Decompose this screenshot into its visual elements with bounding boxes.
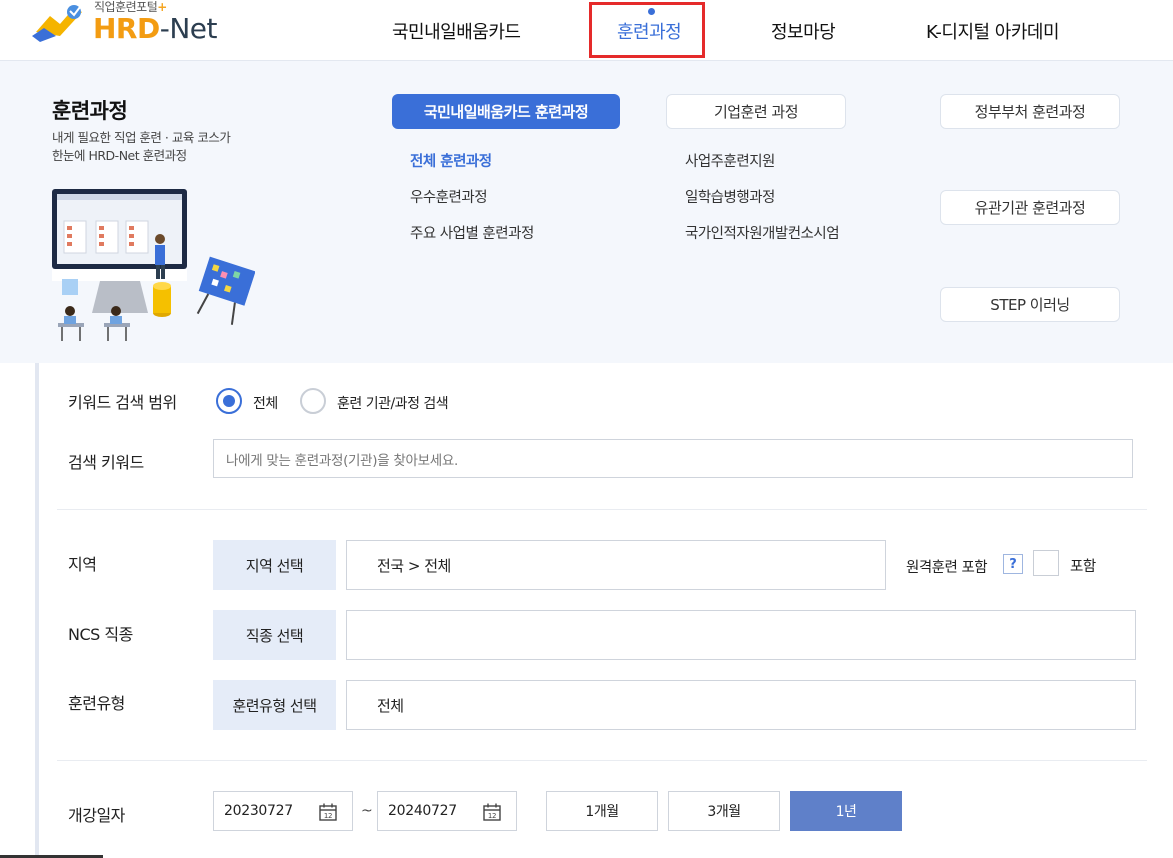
classroom-illustration bbox=[52, 189, 255, 341]
national-card-courses-button[interactable]: 국민내일배움카드 훈련과정 bbox=[392, 94, 620, 129]
training-type-label: 훈련유형 bbox=[68, 694, 125, 713]
nav-item-info-plaza[interactable]: 정보마당 bbox=[771, 18, 836, 44]
region-select-button[interactable]: 지역 선택 bbox=[213, 540, 336, 590]
scope-all-label[interactable]: 전체 bbox=[253, 393, 278, 413]
section-divider bbox=[57, 509, 1147, 510]
start-date-label: 개강일자 bbox=[68, 806, 125, 825]
site-header: 직업훈련포털+ HRD-Net 국민내일배움카드 훈련과정 정보마당 K-디지털… bbox=[0, 0, 1173, 60]
date-range-separator: ~ bbox=[361, 803, 373, 819]
related-agency-courses-button[interactable]: 유관기관 훈련과정 bbox=[940, 190, 1120, 225]
remote-include-checkbox[interactable] bbox=[1033, 550, 1059, 576]
svg-text:12: 12 bbox=[488, 812, 496, 820]
help-icon[interactable]: ? bbox=[1003, 554, 1023, 574]
keyword-search-input[interactable]: 나에게 맞는 훈련과정(기관)을 찾아보세요. bbox=[213, 439, 1133, 478]
ncs-label: NCS 직종 bbox=[68, 625, 133, 644]
period-1-year-button[interactable]: 1년 bbox=[790, 791, 902, 831]
calendar-icon[interactable]: 12 bbox=[482, 802, 502, 822]
nav-item-national-learning-card[interactable]: 국민내일배움카드 bbox=[392, 18, 521, 44]
all-courses-link[interactable]: 전체 훈련과정 bbox=[410, 150, 492, 171]
major-project-courses-link[interactable]: 주요 사업별 훈련과정 bbox=[410, 222, 534, 243]
mega-menu-panel: 훈련과정 내게 필요한 직업 훈련 · 교육 코스가 한눈에 HRD-Net 훈… bbox=[0, 60, 1173, 363]
training-type-select-button[interactable]: 훈련유형 선택 bbox=[213, 680, 336, 730]
global-nav: 국민내일배움카드 훈련과정 정보마당 K-디지털 아카데미 bbox=[0, 0, 1173, 60]
keyword-scope-label: 키워드 검색 범위 bbox=[68, 393, 177, 412]
ncs-value-field bbox=[346, 610, 1136, 660]
active-nav-highlight bbox=[589, 2, 705, 58]
remote-include-label[interactable]: 포함 bbox=[1070, 555, 1096, 576]
scope-institution-label[interactable]: 훈련 기관/과정 검색 bbox=[337, 393, 449, 413]
government-courses-button[interactable]: 정부부처 훈련과정 bbox=[940, 94, 1120, 129]
calendar-icon[interactable]: 12 bbox=[318, 802, 338, 822]
region-value-field: 전국 > 전체 bbox=[346, 540, 886, 590]
scope-institution-radio[interactable] bbox=[300, 388, 326, 414]
mega-menu-description: 내게 필요한 직업 훈련 · 교육 코스가 한눈에 HRD-Net 훈련과정 bbox=[52, 130, 231, 163]
keyword-label: 검색 키워드 bbox=[68, 453, 144, 472]
svg-text:12: 12 bbox=[324, 812, 332, 820]
excellent-courses-link[interactable]: 우수훈련과정 bbox=[410, 186, 488, 207]
period-3-months-button[interactable]: 3개월 bbox=[668, 791, 780, 831]
section-divider bbox=[57, 760, 1147, 761]
employer-training-support-link[interactable]: 사업주훈련지원 bbox=[685, 150, 775, 171]
ncs-select-button[interactable]: 직종 선택 bbox=[213, 610, 336, 660]
remote-training-label: 원격훈련 포함 bbox=[906, 560, 988, 576]
corporate-courses-button[interactable]: 기업훈련 과정 bbox=[666, 94, 846, 129]
region-label: 지역 bbox=[68, 555, 97, 574]
hrd-consortium-link[interactable]: 국가인적자원개발컨소시엄 bbox=[685, 222, 840, 243]
nav-item-k-digital-academy[interactable]: K-디지털 아카데미 bbox=[926, 18, 1060, 44]
mega-menu-title: 훈련과정 bbox=[52, 99, 128, 123]
scope-all-radio[interactable] bbox=[216, 388, 242, 414]
training-type-value-field: 전체 bbox=[346, 680, 1136, 730]
date-start-input[interactable]: 20230727 12 bbox=[213, 791, 353, 831]
period-1-month-button[interactable]: 1개월 bbox=[546, 791, 658, 831]
step-elearning-button[interactable]: STEP 이러닝 bbox=[940, 287, 1120, 322]
work-study-courses-link[interactable]: 일학습병행과정 bbox=[685, 186, 775, 207]
date-end-input[interactable]: 20240727 12 bbox=[377, 791, 517, 831]
